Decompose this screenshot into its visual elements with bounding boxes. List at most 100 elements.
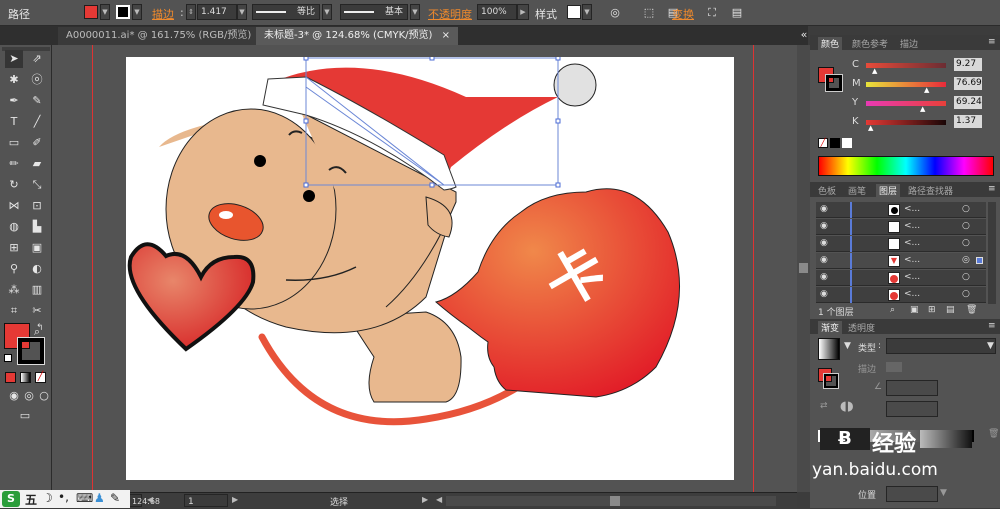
stroke-stepper[interactable]: ⇕ [186, 4, 196, 20]
tab-color-guide[interactable]: 颜色参考 [852, 37, 888, 50]
visibility-eye-icon[interactable]: ◉ [820, 221, 828, 231]
angle-field[interactable] [886, 380, 938, 396]
target-icon[interactable]: ○ [962, 289, 970, 299]
target-icon[interactable]: ○ [962, 238, 970, 248]
none-swatch[interactable]: ╱ [818, 138, 828, 148]
m-value[interactable]: 76.69 [954, 77, 982, 90]
handle[interactable] [429, 182, 435, 188]
slider-handle[interactable]: ▲ [868, 124, 873, 132]
slice-tool-icon[interactable]: ✂ [28, 302, 46, 320]
color-mode-icon[interactable] [5, 372, 16, 383]
prev-artboard-icon[interactable]: ◀ [147, 495, 153, 504]
tab-document-2[interactable]: 未标题-3* @ 124.68% (CMYK/预览) × [256, 27, 459, 45]
gradient-preview[interactable] [818, 338, 840, 360]
panel-menu-icon[interactable]: ≡ [988, 184, 996, 194]
selection-indicator[interactable] [976, 257, 983, 264]
line-tool-icon[interactable]: ╱ [28, 113, 46, 131]
blend-tool-icon[interactable]: ◐ [28, 260, 46, 278]
punctuation-icon[interactable]: •, [58, 490, 69, 504]
zoom-field[interactable]: 124.68 [128, 494, 160, 507]
selection-tool-icon[interactable]: ➤ [5, 50, 23, 68]
panel-menu-icon[interactable]: ≡ [988, 321, 996, 331]
mesh-tool-icon[interactable]: ⊞ [5, 239, 23, 257]
c-value[interactable]: 9.27 [954, 58, 982, 71]
pencil-tool-icon[interactable]: ✏ [5, 155, 23, 173]
gradient-dropdown-icon[interactable]: ▼ [844, 341, 851, 351]
shape-builder-tool-icon[interactable]: ◍ [5, 218, 23, 236]
paintbrush-tool-icon[interactable]: ✐ [28, 134, 46, 152]
stroke-color-box[interactable] [17, 337, 45, 365]
default-colors-icon[interactable] [4, 354, 12, 362]
slider-handle[interactable]: ▲ [924, 86, 929, 94]
screen-mode-icon[interactable]: ▭ [16, 407, 34, 425]
none-mode-icon[interactable]: ╱ [35, 372, 46, 383]
layer-row[interactable]: ◉ <... ○ [816, 236, 986, 252]
target-icon[interactable]: ○ [962, 272, 970, 282]
layer-row[interactable]: ◉ <... ○ [816, 287, 986, 303]
style-dropdown[interactable]: ▼ [582, 4, 592, 20]
handle[interactable] [429, 55, 435, 61]
target-icon[interactable]: ◎ [962, 255, 970, 265]
lasso-tool-icon[interactable]: ⓞ [28, 71, 46, 89]
recolor-artwork-icon[interactable]: ◎ [606, 4, 624, 22]
opacity-dropdown[interactable]: ▶ [517, 4, 529, 20]
gradient-stops-icon[interactable]: ◖◗ [840, 400, 870, 415]
close-icon[interactable]: × [442, 30, 450, 41]
visibility-eye-icon[interactable]: ◉ [820, 289, 828, 299]
black-swatch[interactable] [830, 138, 840, 148]
artboard-number-field[interactable]: 1 [184, 494, 228, 507]
align-icon[interactable]: ⬚ [640, 4, 658, 22]
tab-stroke[interactable]: 描边 [900, 37, 918, 50]
scroll-thumb[interactable] [799, 263, 808, 273]
hscroll-left-icon[interactable]: ◀ [436, 495, 442, 504]
gradient-stroke-box[interactable] [823, 373, 839, 389]
tab-layers[interactable]: 图层 [876, 184, 901, 197]
new-sublayer-icon[interactable]: ⊞ [928, 305, 936, 315]
gradient-mode-icon[interactable] [20, 372, 31, 383]
eraser-tool-icon[interactable]: ▰ [28, 155, 46, 173]
rotate-tool-icon[interactable]: ↻ [5, 176, 23, 194]
brush-definition[interactable]: 基本 [340, 4, 408, 20]
handle[interactable] [555, 182, 561, 188]
locate-object-icon[interactable]: ⌕ [890, 305, 895, 315]
sogou-logo-icon[interactable]: S [2, 491, 20, 507]
layer-row[interactable]: ◉ <... ○ [816, 202, 986, 218]
keyboard-icon[interactable]: ⌨ [76, 491, 93, 505]
visibility-eye-icon[interactable]: ◉ [820, 238, 828, 248]
moon-icon[interactable]: ☽ [42, 491, 53, 505]
tab-color[interactable]: 颜色 [818, 37, 843, 50]
free-transform-tool-icon[interactable]: ⊡ [28, 197, 46, 215]
column-graph-tool-icon[interactable]: ▥ [28, 281, 46, 299]
visibility-eye-icon[interactable]: ◉ [820, 272, 828, 282]
new-layer-icon[interactable]: ▤ [946, 305, 955, 315]
tab-transparency[interactable]: 透明度 [848, 321, 875, 334]
variable-width-profile[interactable]: 等比 [252, 4, 320, 20]
fill-dropdown[interactable]: ▼ [100, 4, 110, 20]
profile-dropdown[interactable]: ▼ [322, 4, 332, 20]
handle[interactable] [555, 118, 561, 124]
transform-label[interactable]: 变换 [672, 6, 694, 22]
white-swatch[interactable] [842, 138, 852, 148]
hscroll-thumb[interactable] [610, 496, 620, 506]
next-artboard-icon[interactable]: ▶ [232, 495, 238, 504]
fill-swatch[interactable] [84, 5, 98, 19]
reverse-gradient-icon[interactable]: ⇄ [820, 401, 828, 411]
symbol-sprayer-tool-icon[interactable]: ⁂ [5, 281, 23, 299]
opacity-label[interactable]: 不透明度 [428, 6, 472, 22]
style-swatch[interactable] [567, 5, 581, 19]
handle[interactable] [303, 182, 309, 188]
color-spectrum[interactable] [818, 156, 994, 176]
k-value[interactable]: 1.37 [954, 115, 982, 128]
layer-row-selected[interactable]: ◉ ▼ <... ◎ [816, 253, 986, 269]
curvature-tool-icon[interactable]: ✎ [28, 92, 46, 110]
tab-pathfinder[interactable]: 路径查找器 [908, 184, 953, 197]
tab-gradient[interactable]: 渐变 [818, 321, 843, 334]
y-value[interactable]: 69.24 [954, 96, 982, 109]
visibility-eye-icon[interactable]: ◉ [820, 204, 828, 214]
stroke-dropdown[interactable]: ▼ [132, 4, 142, 20]
stroke-weight-dropdown[interactable]: ▼ [237, 4, 247, 20]
cyan-bar[interactable] [866, 63, 946, 68]
target-icon[interactable]: ○ [962, 204, 970, 214]
stroke-option-icon[interactable] [886, 362, 902, 372]
artboard[interactable]: 卡 [126, 55, 734, 480]
